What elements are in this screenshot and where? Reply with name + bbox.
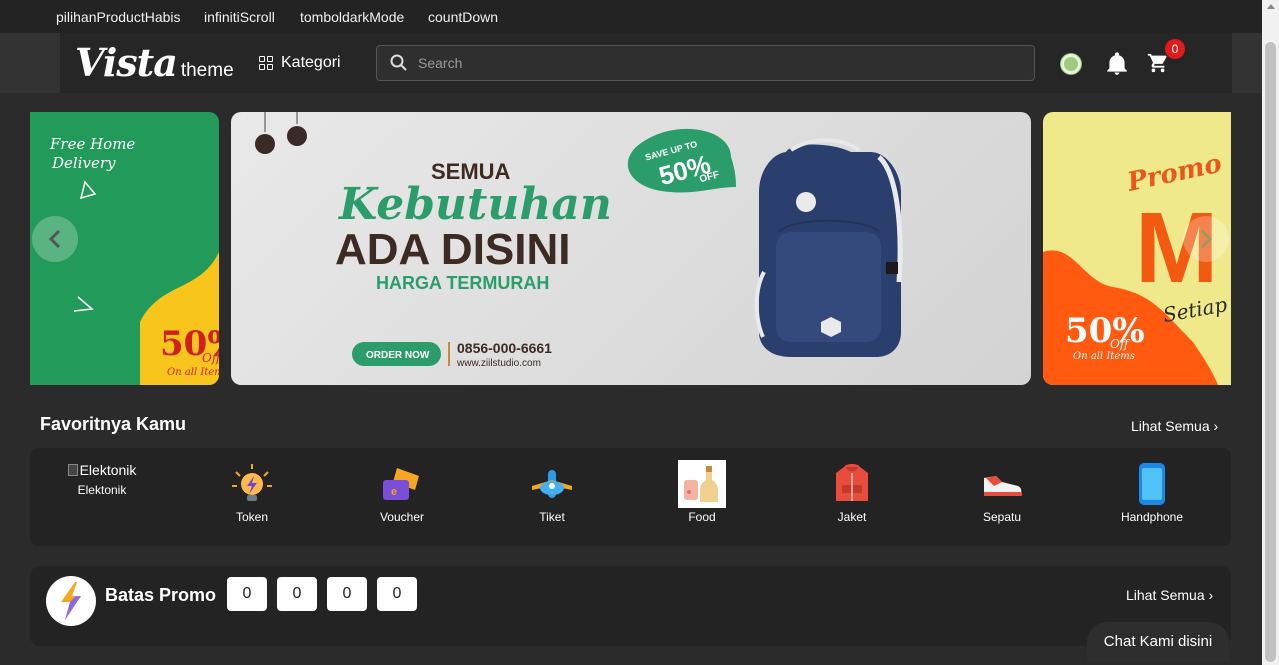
banner-phone: 0856-000-6661 bbox=[457, 340, 552, 356]
category-food[interactable]: Food bbox=[627, 460, 777, 524]
jacket-icon bbox=[777, 460, 927, 508]
broken-image-icon: Elektonik bbox=[27, 460, 177, 480]
airplane-icon bbox=[477, 460, 627, 508]
category-jaket[interactable]: Jaket bbox=[777, 460, 927, 524]
top-nav-bar: pilihanProductHabis infinitiScroll tombo… bbox=[0, 0, 1262, 33]
backpack-image bbox=[754, 138, 903, 357]
category-label: Elektonik bbox=[77, 483, 127, 497]
nav-link-infiniti-scroll[interactable]: infinitiScroll bbox=[204, 9, 275, 25]
banner-main-art: SEMUA Kebutuhan ADA DISINI HARGA TERMURA… bbox=[255, 112, 903, 369]
banner-left-offer-note: On all Items bbox=[167, 367, 219, 378]
banner-left-headline: Free Home Delivery bbox=[49, 135, 135, 172]
theme-toggle-icon[interactable] bbox=[1061, 54, 1081, 74]
favorites-title: Favoritnya Kamu bbox=[40, 414, 187, 434]
nav-link-tombol-dark-mode[interactable]: tomboldarkMode bbox=[300, 9, 404, 25]
promo-see-all-link[interactable]: Lihat Semua › bbox=[1126, 587, 1213, 603]
chevron-right-icon bbox=[1200, 229, 1213, 249]
category-label: Tiket bbox=[539, 510, 565, 524]
category-elektonik-alt: Elektonik bbox=[79, 462, 137, 478]
favorites-see-all-link[interactable]: Lihat Semua › bbox=[1131, 418, 1218, 434]
promo-title: Batas Promo bbox=[105, 585, 217, 605]
page-scrollbar[interactable] bbox=[1262, 0, 1279, 665]
cart-count-badge: 0 bbox=[1165, 39, 1185, 59]
chevron-left-icon bbox=[48, 229, 61, 249]
favorite-categories: Elektonik Elektonik Token e Voucher Tike… bbox=[30, 448, 1231, 546]
category-handphone[interactable]: Handphone bbox=[1077, 460, 1227, 524]
food-icon bbox=[627, 460, 777, 508]
promo-countdown-section: Batas Promo 0 0 0 0 Lihat Semua › bbox=[30, 566, 1231, 646]
nav-link-pilihan-product-habis[interactable]: pilihanProductHabis bbox=[56, 9, 181, 25]
carousel-next-button[interactable] bbox=[1183, 216, 1229, 262]
favorites-see-all-label: Lihat Semua bbox=[1131, 418, 1210, 434]
phone-icon bbox=[1077, 460, 1227, 508]
voucher-icon: e bbox=[327, 460, 477, 508]
svg-text:e: e bbox=[391, 486, 397, 498]
banner-carousel: Free HomeDelivery 50% Off On all Items S… bbox=[30, 112, 1231, 385]
category-elektonik[interactable]: Elektonik Elektonik bbox=[27, 460, 177, 497]
nav-link-count-down[interactable]: countDown bbox=[428, 9, 498, 25]
banner-right-offer-note: On all Items bbox=[1073, 351, 1135, 362]
promo-see-all-label: Lihat Semua bbox=[1126, 587, 1205, 603]
chevron-right-icon: › bbox=[1208, 587, 1214, 603]
logo-word: theme bbox=[180, 60, 234, 81]
logo[interactable]: Vista theme bbox=[75, 40, 234, 85]
countdown-seconds: 0 bbox=[377, 577, 417, 611]
scroll-up-arrow-icon[interactable] bbox=[1267, 4, 1275, 9]
banner-headline: ADA DISINI bbox=[335, 225, 571, 274]
category-label: Token bbox=[235, 510, 269, 524]
search-bar[interactable] bbox=[376, 45, 1035, 81]
logo-script: Vista bbox=[75, 40, 178, 85]
countdown-days: 0 bbox=[227, 577, 267, 611]
countdown-minutes: 0 bbox=[327, 577, 367, 611]
banner-right-offer: 50% bbox=[1065, 311, 1145, 351]
banner-website: www.ziilstudio.com bbox=[456, 358, 541, 369]
lightning-icon bbox=[46, 576, 96, 626]
banner-script: Kebutuhan bbox=[337, 179, 612, 230]
category-label: Food bbox=[688, 510, 716, 524]
banner-right-script: Promo bbox=[1124, 149, 1225, 198]
chat-button[interactable]: Chat Kami disini bbox=[1087, 622, 1229, 662]
banner-slide-active[interactable]: SEMUA Kebutuhan ADA DISINI HARGA TERMURA… bbox=[231, 112, 1031, 385]
kategori-button[interactable]: Kategori bbox=[259, 54, 341, 72]
category-label: Sepatu bbox=[982, 510, 1022, 524]
countdown-hours: 0 bbox=[277, 577, 317, 611]
banner-left-offer-suffix: Off bbox=[202, 351, 219, 365]
grid-icon bbox=[259, 56, 273, 70]
category-label: Voucher bbox=[379, 510, 425, 524]
category-label: Jaket bbox=[837, 510, 867, 524]
carousel-prev-button[interactable] bbox=[32, 216, 78, 262]
search-icon bbox=[390, 54, 407, 71]
shoe-icon bbox=[927, 460, 1077, 508]
category-tiket[interactable]: Tiket bbox=[477, 460, 627, 524]
category-voucher[interactable]: e Voucher bbox=[327, 460, 477, 524]
cart-icon[interactable] bbox=[1147, 52, 1169, 74]
scrollbar-thumb[interactable] bbox=[1265, 42, 1276, 662]
lightbulb-icon bbox=[177, 460, 327, 508]
chevron-right-icon: › bbox=[1213, 418, 1219, 434]
search-input[interactable] bbox=[418, 55, 1018, 71]
category-token[interactable]: Token bbox=[177, 460, 327, 524]
category-label: Handphone bbox=[1120, 510, 1184, 524]
banner-subline: HARGA TERMURAH bbox=[376, 273, 549, 293]
bell-icon[interactable] bbox=[1104, 51, 1130, 77]
kategori-label: Kategori bbox=[281, 54, 341, 71]
banner-right-offer-suffix: Off bbox=[1110, 337, 1131, 351]
banner-cta: ORDER NOW bbox=[366, 350, 430, 361]
category-sepatu[interactable]: Sepatu bbox=[927, 460, 1077, 524]
